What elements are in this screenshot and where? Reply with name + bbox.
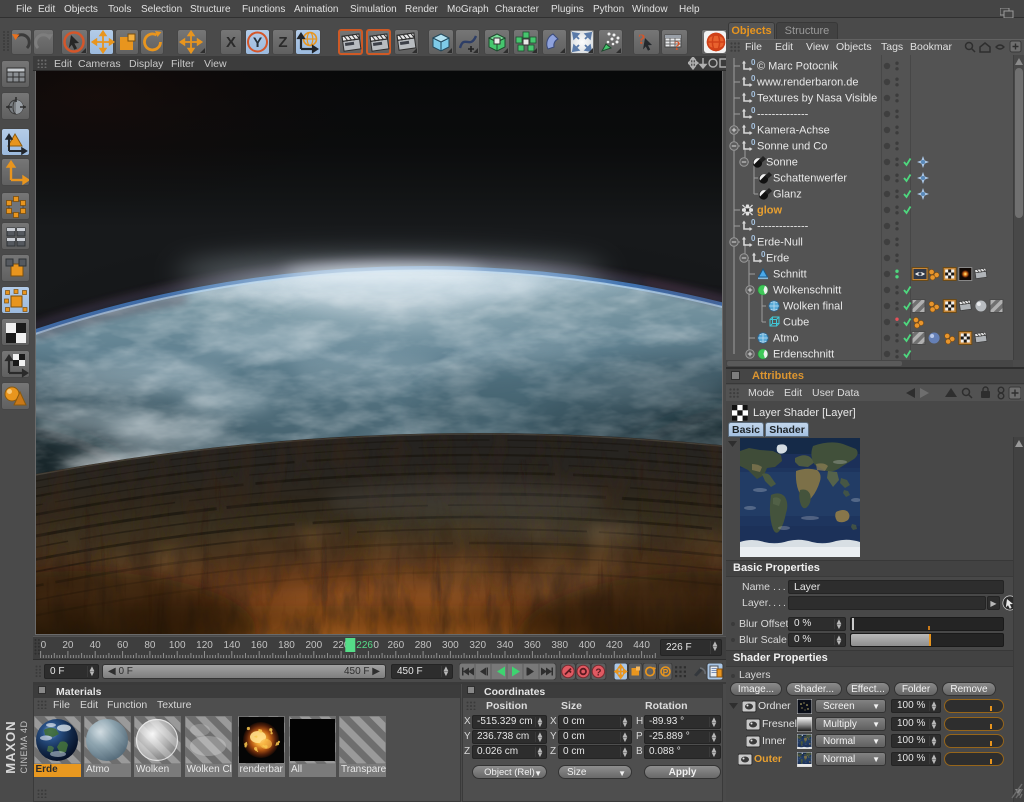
svg-text:glow: glow	[757, 205, 782, 217]
svg-text:Y: Y	[253, 34, 263, 50]
svg-text:0: 0	[751, 122, 756, 131]
svg-text:180: 180	[278, 640, 295, 651]
svg-text:Sonne und Co: Sonne und Co	[757, 141, 827, 153]
svg-text:P: P	[663, 667, 669, 677]
svg-text:160: 160	[251, 640, 268, 651]
svg-text:Cube: Cube	[783, 317, 809, 329]
svg-text:226: 226	[356, 640, 373, 651]
svg-text:440: 440	[633, 640, 650, 651]
svg-text:Erdenschnitt: Erdenschnitt	[773, 349, 834, 361]
svg-text:380: 380	[551, 640, 568, 651]
svg-text:Kamera-Achse: Kamera-Achse	[757, 125, 830, 137]
svg-text:200: 200	[305, 640, 322, 651]
svg-text:0: 0	[751, 218, 756, 227]
svg-text:0: 0	[373, 640, 379, 651]
svg-text:400: 400	[579, 640, 596, 651]
svg-text:0: 0	[41, 640, 47, 651]
svg-text:Erde: Erde	[766, 253, 789, 265]
svg-text:260: 260	[387, 640, 404, 651]
svg-text:0: 0	[751, 234, 756, 243]
svg-text:420: 420	[606, 640, 623, 651]
svg-text:20: 20	[62, 640, 74, 651]
svg-text:0: 0	[751, 106, 756, 115]
svg-text:40: 40	[90, 640, 102, 651]
svg-text:0: 0	[751, 138, 756, 147]
svg-text:Schattenwerfer: Schattenwerfer	[773, 173, 847, 185]
svg-text:--------------: --------------	[757, 109, 809, 121]
svg-text:120: 120	[196, 640, 213, 651]
svg-text:360: 360	[524, 640, 541, 651]
svg-text:Wolkenschnitt: Wolkenschnitt	[773, 285, 841, 297]
svg-text:Atmo: Atmo	[773, 333, 799, 345]
svg-text:80: 80	[144, 640, 156, 651]
svg-text:0: 0	[751, 90, 756, 99]
svg-text:60: 60	[117, 640, 129, 651]
svg-text:140: 140	[223, 640, 240, 651]
svg-text:340: 340	[497, 640, 514, 651]
svg-text:Sonne: Sonne	[766, 157, 798, 169]
svg-text:320: 320	[469, 640, 486, 651]
svg-text:?: ?	[674, 38, 681, 53]
svg-text:0: 0	[751, 74, 756, 83]
svg-text:--------------: --------------	[757, 221, 809, 233]
svg-text:Schnitt: Schnitt	[773, 269, 807, 281]
svg-text:Glanz: Glanz	[773, 189, 802, 201]
svg-text:300: 300	[442, 640, 459, 651]
svg-text:?: ?	[595, 668, 601, 679]
svg-text:0: 0	[751, 58, 756, 67]
svg-text:100: 100	[169, 640, 186, 651]
svg-text:Wolken final: Wolken final	[783, 301, 843, 313]
svg-text:www.renderbaron.de: www.renderbaron.de	[756, 77, 859, 89]
svg-text:280: 280	[415, 640, 432, 651]
svg-text:© Marc Potocnik: © Marc Potocnik	[757, 61, 838, 73]
svg-text:Erde-Null: Erde-Null	[757, 237, 803, 249]
svg-text:Textures by Nasa Visible Eart: Textures by Nasa Visible Eart	[757, 93, 900, 105]
